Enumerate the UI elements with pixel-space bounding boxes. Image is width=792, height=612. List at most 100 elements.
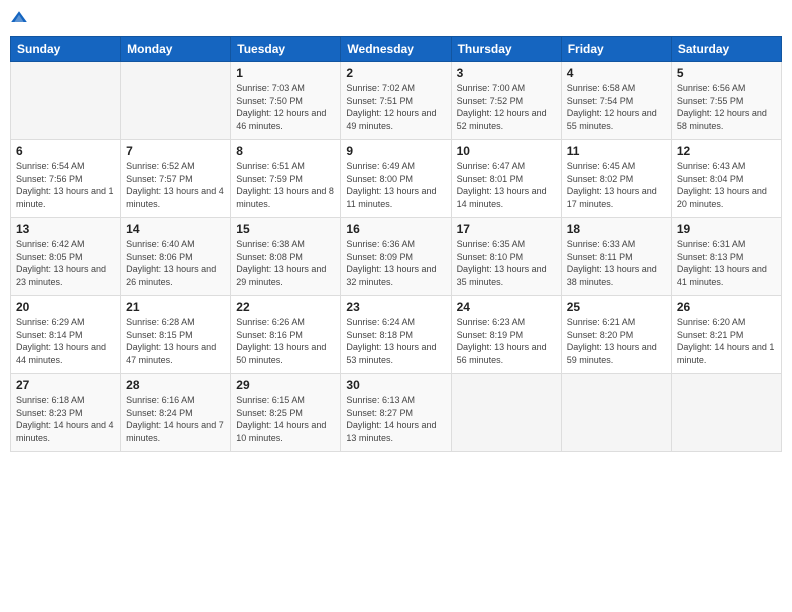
day-info: Sunrise: 6:54 AM Sunset: 7:56 PM Dayligh… — [16, 160, 115, 210]
day-info: Sunrise: 6:47 AM Sunset: 8:01 PM Dayligh… — [457, 160, 556, 210]
day-info: Sunrise: 7:02 AM Sunset: 7:51 PM Dayligh… — [346, 82, 445, 132]
day-info: Sunrise: 6:18 AM Sunset: 8:23 PM Dayligh… — [16, 394, 115, 444]
calendar-cell: 23 Sunrise: 6:24 AM Sunset: 8:18 PM Dayli… — [341, 296, 451, 374]
day-info: Sunrise: 6:31 AM Sunset: 8:13 PM Dayligh… — [677, 238, 776, 288]
day-info: Sunrise: 6:36 AM Sunset: 8:09 PM Dayligh… — [346, 238, 445, 288]
day-info: Sunrise: 7:00 AM Sunset: 7:52 PM Dayligh… — [457, 82, 556, 132]
calendar-table: SundayMondayTuesdayWednesdayThursdayFrid… — [10, 36, 782, 452]
calendar-cell: 2 Sunrise: 7:02 AM Sunset: 7:51 PM Daylig… — [341, 62, 451, 140]
calendar-cell: 10 Sunrise: 6:47 AM Sunset: 8:01 PM Dayli… — [451, 140, 561, 218]
day-info: Sunrise: 6:49 AM Sunset: 8:00 PM Dayligh… — [346, 160, 445, 210]
day-number: 14 — [126, 222, 225, 236]
day-number: 13 — [16, 222, 115, 236]
day-number: 23 — [346, 300, 445, 314]
day-info: Sunrise: 7:03 AM Sunset: 7:50 PM Dayligh… — [236, 82, 335, 132]
calendar-cell: 16 Sunrise: 6:36 AM Sunset: 8:09 PM Dayli… — [341, 218, 451, 296]
day-number: 8 — [236, 144, 335, 158]
day-number: 22 — [236, 300, 335, 314]
calendar-cell: 20Sunrise: 6:29 AM Sunset: 8:14 PM Dayli… — [11, 296, 121, 374]
day-info: Sunrise: 6:52 AM Sunset: 7:57 PM Dayligh… — [126, 160, 225, 210]
day-number: 20 — [16, 300, 115, 314]
calendar-week-row: 6 Sunrise: 6:54 AM Sunset: 7:56 PM Daylig… — [11, 140, 782, 218]
day-number: 16 — [346, 222, 445, 236]
day-number: 6 — [16, 144, 115, 158]
day-info: Sunrise: 6:58 AM Sunset: 7:54 PM Dayligh… — [567, 82, 666, 132]
calendar-cell — [11, 62, 121, 140]
calendar-week-row: 1 Sunrise: 7:03 AM Sunset: 7:50 PM Daylig… — [11, 62, 782, 140]
day-info: Sunrise: 6:51 AM Sunset: 7:59 PM Dayligh… — [236, 160, 335, 210]
logo — [10, 10, 32, 28]
calendar-cell: 25 Sunrise: 6:21 AM Sunset: 8:20 PM Dayli… — [561, 296, 671, 374]
calendar-cell: 4Sunrise: 6:58 AM Sunset: 7:54 PM Daylig… — [561, 62, 671, 140]
calendar-cell — [671, 374, 781, 452]
calendar-cell: 1 Sunrise: 7:03 AM Sunset: 7:50 PM Daylig… — [231, 62, 341, 140]
page: SundayMondayTuesdayWednesdayThursdayFrid… — [0, 0, 792, 612]
day-number: 25 — [567, 300, 666, 314]
calendar-cell: 26 Sunrise: 6:20 AM Sunset: 8:21 PM Dayli… — [671, 296, 781, 374]
calendar-cell: 18 Sunrise: 6:33 AM Sunset: 8:11 PM Dayli… — [561, 218, 671, 296]
day-number: 17 — [457, 222, 556, 236]
weekday-header-wednesday: Wednesday — [341, 37, 451, 62]
day-number: 1 — [236, 66, 335, 80]
day-number: 24 — [457, 300, 556, 314]
day-info: Sunrise: 6:35 AM Sunset: 8:10 PM Dayligh… — [457, 238, 556, 288]
header — [10, 10, 782, 28]
day-number: 29 — [236, 378, 335, 392]
day-info: Sunrise: 6:28 AM Sunset: 8:15 PM Dayligh… — [126, 316, 225, 366]
day-info: Sunrise: 6:42 AM Sunset: 8:05 PM Dayligh… — [16, 238, 115, 288]
day-info: Sunrise: 6:56 AM Sunset: 7:55 PM Dayligh… — [677, 82, 776, 132]
calendar-cell: 9 Sunrise: 6:49 AM Sunset: 8:00 PM Daylig… — [341, 140, 451, 218]
weekday-header-sunday: Sunday — [11, 37, 121, 62]
day-number: 15 — [236, 222, 335, 236]
day-number: 12 — [677, 144, 776, 158]
calendar-cell — [561, 374, 671, 452]
weekday-header-thursday: Thursday — [451, 37, 561, 62]
day-info: Sunrise: 6:33 AM Sunset: 8:11 PM Dayligh… — [567, 238, 666, 288]
calendar-cell — [121, 62, 231, 140]
day-number: 19 — [677, 222, 776, 236]
calendar-cell: 24 Sunrise: 6:23 AM Sunset: 8:19 PM Dayli… — [451, 296, 561, 374]
day-number: 28 — [126, 378, 225, 392]
day-number: 11 — [567, 144, 666, 158]
calendar-cell: 7 Sunrise: 6:52 AM Sunset: 7:57 PM Daylig… — [121, 140, 231, 218]
day-info: Sunrise: 6:13 AM Sunset: 8:27 PM Dayligh… — [346, 394, 445, 444]
calendar-cell: 3 Sunrise: 7:00 AM Sunset: 7:52 PM Daylig… — [451, 62, 561, 140]
day-number: 26 — [677, 300, 776, 314]
calendar-cell: 19 Sunrise: 6:31 AM Sunset: 8:13 PM Dayli… — [671, 218, 781, 296]
day-number: 2 — [346, 66, 445, 80]
day-info: Sunrise: 6:38 AM Sunset: 8:08 PM Dayligh… — [236, 238, 335, 288]
calendar-cell: 17 Sunrise: 6:35 AM Sunset: 8:10 PM Dayli… — [451, 218, 561, 296]
day-info: Sunrise: 6:23 AM Sunset: 8:19 PM Dayligh… — [457, 316, 556, 366]
day-number: 9 — [346, 144, 445, 158]
day-info: Sunrise: 6:20 AM Sunset: 8:21 PM Dayligh… — [677, 316, 776, 366]
day-number: 3 — [457, 66, 556, 80]
day-info: Sunrise: 6:21 AM Sunset: 8:20 PM Dayligh… — [567, 316, 666, 366]
day-info: Sunrise: 6:15 AM Sunset: 8:25 PM Dayligh… — [236, 394, 335, 444]
calendar-cell: 15 Sunrise: 6:38 AM Sunset: 8:08 PM Dayli… — [231, 218, 341, 296]
calendar-cell: 22 Sunrise: 6:26 AM Sunset: 8:16 PM Dayli… — [231, 296, 341, 374]
day-number: 30 — [346, 378, 445, 392]
calendar-cell: 8 Sunrise: 6:51 AM Sunset: 7:59 PM Daylig… — [231, 140, 341, 218]
day-info: Sunrise: 6:45 AM Sunset: 8:02 PM Dayligh… — [567, 160, 666, 210]
logo-icon — [10, 10, 28, 28]
calendar-cell: 14 Sunrise: 6:40 AM Sunset: 8:06 PM Dayli… — [121, 218, 231, 296]
calendar-week-row: 27Sunrise: 6:18 AM Sunset: 8:23 PM Dayli… — [11, 374, 782, 452]
calendar-cell: 27Sunrise: 6:18 AM Sunset: 8:23 PM Dayli… — [11, 374, 121, 452]
day-number: 18 — [567, 222, 666, 236]
calendar-cell: 5Sunrise: 6:56 AM Sunset: 7:55 PM Daylig… — [671, 62, 781, 140]
day-number: 7 — [126, 144, 225, 158]
day-info: Sunrise: 6:43 AM Sunset: 8:04 PM Dayligh… — [677, 160, 776, 210]
calendar-cell — [451, 374, 561, 452]
calendar-cell: 6 Sunrise: 6:54 AM Sunset: 7:56 PM Daylig… — [11, 140, 121, 218]
calendar-cell: 21Sunrise: 6:28 AM Sunset: 8:15 PM Dayli… — [121, 296, 231, 374]
calendar-week-row: 13 Sunrise: 6:42 AM Sunset: 8:05 PM Dayli… — [11, 218, 782, 296]
weekday-header-saturday: Saturday — [671, 37, 781, 62]
calendar-week-row: 20Sunrise: 6:29 AM Sunset: 8:14 PM Dayli… — [11, 296, 782, 374]
weekday-header-monday: Monday — [121, 37, 231, 62]
day-number: 10 — [457, 144, 556, 158]
calendar-cell: 11 Sunrise: 6:45 AM Sunset: 8:02 PM Dayli… — [561, 140, 671, 218]
day-info: Sunrise: 6:40 AM Sunset: 8:06 PM Dayligh… — [126, 238, 225, 288]
day-info: Sunrise: 6:26 AM Sunset: 8:16 PM Dayligh… — [236, 316, 335, 366]
weekday-header-friday: Friday — [561, 37, 671, 62]
day-info: Sunrise: 6:24 AM Sunset: 8:18 PM Dayligh… — [346, 316, 445, 366]
